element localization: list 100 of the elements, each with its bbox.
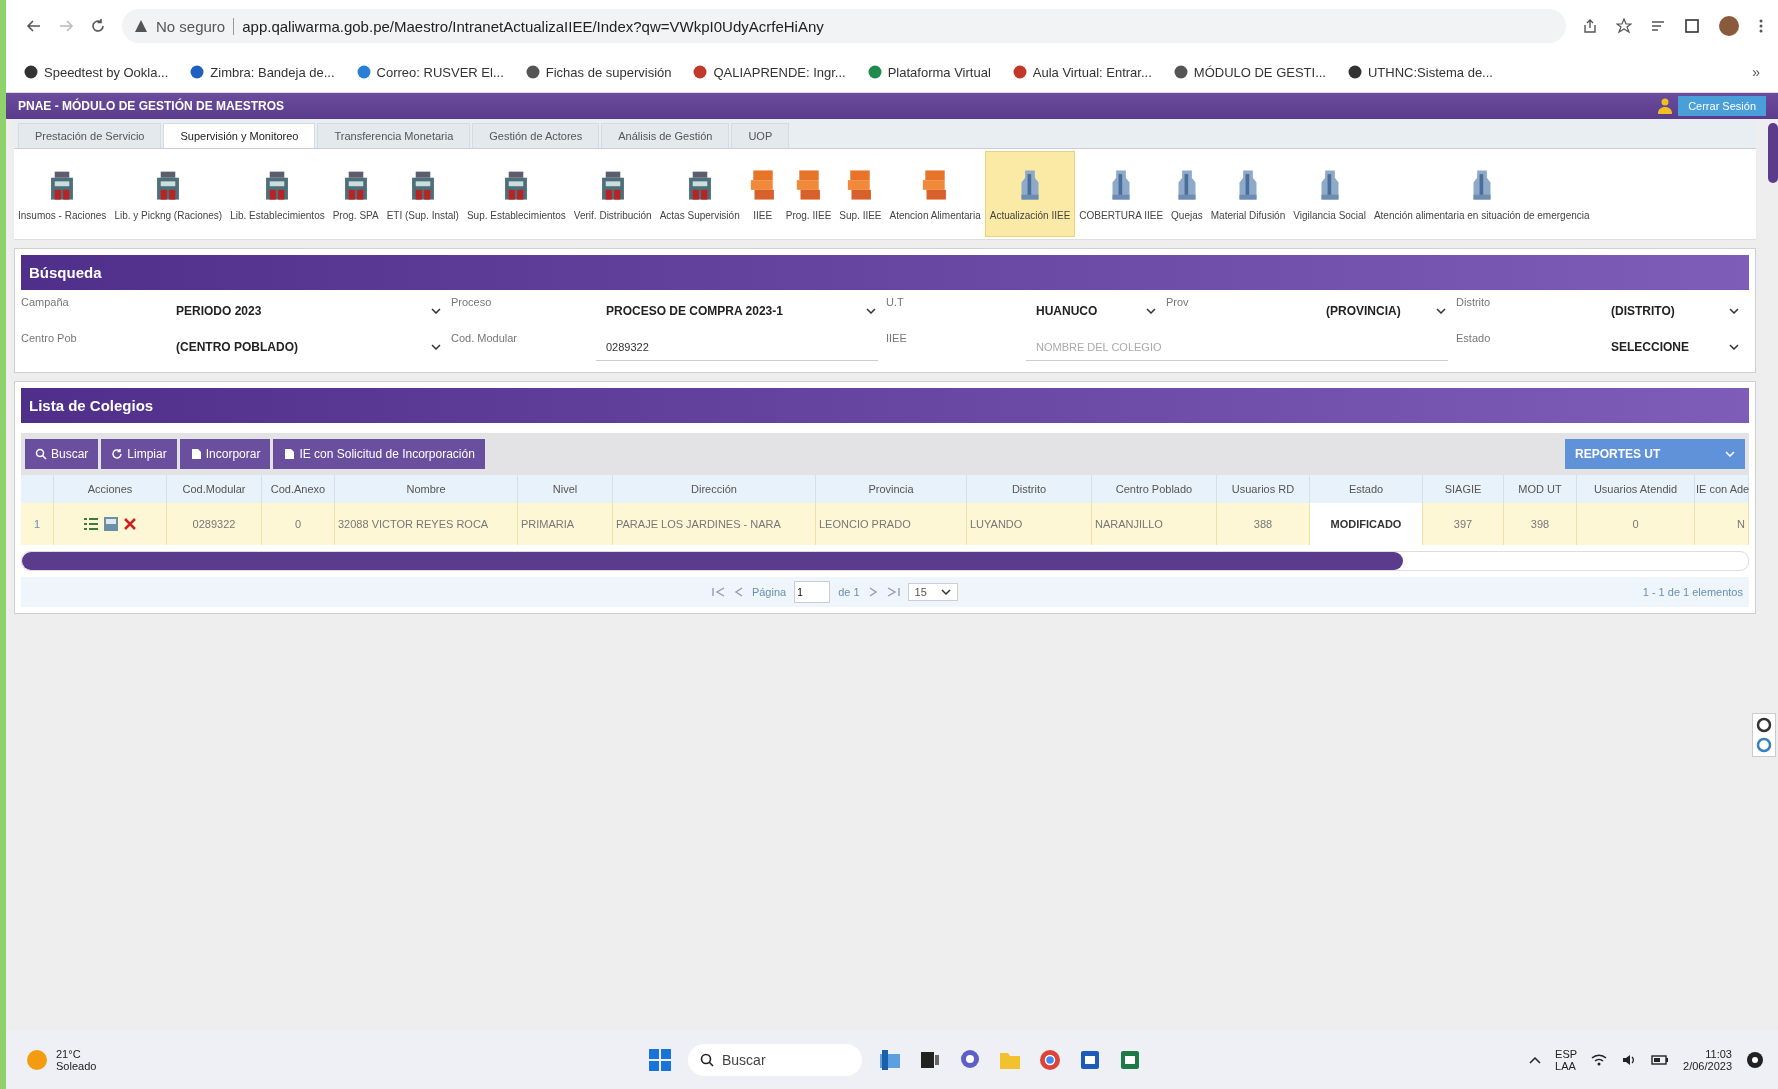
chevron-down-icon — [431, 344, 441, 350]
table-cell: LUYANDO — [966, 503, 1092, 545]
column-header[interactable]: Dirección — [612, 475, 816, 503]
wifi-icon[interactable] — [1591, 1053, 1608, 1067]
toolbar-button[interactable]: Sup. Establecimientos — [462, 151, 570, 237]
share-icon[interactable] — [1582, 18, 1598, 34]
toolbar-button[interactable]: Atención alimentaria en situación de emergencia — [1369, 151, 1594, 237]
word-document-icon[interactable] — [1078, 1048, 1102, 1072]
toolbar-button[interactable]: Actualización IIEE — [984, 151, 1076, 237]
windows-start-icon[interactable] — [648, 1048, 672, 1072]
tab[interactable]: Prestación de Servicio — [18, 123, 162, 148]
column-header[interactable]: Usuarios RD — [1216, 475, 1310, 503]
sidepanel-icon[interactable] — [1684, 18, 1700, 34]
bookmark[interactable]: Speedtest by Ookla... — [24, 64, 169, 80]
browser-icon[interactable] — [1038, 1048, 1062, 1072]
tab[interactable]: Gestión de Actores — [472, 123, 600, 148]
column-header[interactable]: Cod.Anexo — [261, 475, 335, 503]
clock[interactable]: 11:03 2/06/2023 — [1683, 1048, 1732, 1072]
toolbar-button[interactable]: Verif. Distribución — [569, 151, 656, 237]
language-indicator[interactable]: ESP LAA — [1555, 1048, 1578, 1072]
bookmark[interactable]: Correo: RUSVER El... — [356, 64, 504, 80]
search-icon — [700, 1053, 714, 1067]
toolbar-button[interactable]: Limpiar — [101, 439, 177, 469]
list-icon[interactable] — [1650, 18, 1666, 34]
column-header[interactable]: Distrito — [966, 475, 1092, 503]
vertical-scrollbar[interactable] — [1768, 123, 1778, 183]
column-header[interactable]: Cod.Modular — [166, 475, 262, 503]
page-input[interactable]: 1 — [794, 581, 831, 603]
chevron-up-icon[interactable] — [1529, 1056, 1542, 1064]
tab[interactable]: UOP — [731, 123, 790, 148]
site-icon — [190, 65, 205, 79]
field-label: Cod. Modular — [451, 332, 519, 344]
toolbar-button[interactable]: IIEE — [743, 151, 782, 237]
field-label: IIEE — [886, 332, 908, 344]
column-header[interactable]: SIAGIE — [1422, 475, 1504, 503]
battery-icon[interactable] — [1651, 1054, 1670, 1066]
field-label: Centro Pob — [21, 332, 78, 344]
refresh-icon — [111, 448, 124, 460]
column-header[interactable]: Nivel — [517, 475, 613, 503]
toolbar-button[interactable]: Material Difusión — [1206, 151, 1290, 237]
select-field[interactable]: SELECCIONE — [1601, 332, 1749, 362]
toolbar-button[interactable]: Insumos - Raciones — [14, 151, 111, 237]
toolbar-button[interactable]: Buscar — [25, 439, 99, 469]
panel-header: Búsqueda — [21, 255, 1749, 290]
address-bar[interactable]: No seguro app.qaliwarma.gob.pe/Maestro/IntranetActualizaIIEE/Index?qw=VWkpI0UdyAcrfeHiAny — [122, 9, 1566, 43]
toolbar-button[interactable]: Lib. y Pickng (Raciones) — [110, 151, 227, 237]
toolbar-button[interactable]: ETI (Sup. Instal) — [382, 151, 463, 237]
taskbar-search-field[interactable]: Buscar — [688, 1044, 862, 1076]
column-header[interactable]: Estado — [1309, 475, 1423, 503]
tab[interactable]: Supervisión y Monitoreo — [163, 123, 316, 148]
select-field[interactable]: (DISTRITO) — [1601, 296, 1749, 326]
toolbar-button[interactable]: Quejas — [1167, 151, 1207, 237]
select-field[interactable]: PERIODO 2023 — [166, 296, 451, 326]
select-field[interactable]: HUANUCO — [1026, 296, 1166, 326]
column-header[interactable]: IE con Ade — [1694, 475, 1749, 503]
select-field[interactable]: PROCESO DE COMPRA 2023-1 — [596, 296, 886, 326]
select-field[interactable]: (CENTRO POBLADO) — [166, 332, 451, 362]
toolbar-button[interactable]: Prog. SPA — [328, 151, 383, 237]
column-header[interactable]: MOD UT — [1503, 475, 1577, 503]
toolbar-button[interactable]: Actas Supervisión — [655, 151, 744, 237]
back-arrow-icon[interactable] — [26, 18, 42, 34]
bookmark[interactable]: UTHNC:Sistema de... — [1348, 64, 1493, 80]
bookmark[interactable]: MÓDULO DE GESTI... — [1173, 64, 1326, 80]
horizontal-scrollbar[interactable] — [21, 551, 1749, 571]
toolbar-button[interactable]: Incorporar — [179, 439, 271, 469]
widgets-icon[interactable] — [878, 1048, 902, 1072]
tab[interactable]: Transferencia Monetaria — [317, 123, 471, 148]
close-icon[interactable] — [123, 517, 137, 531]
avatar-icon[interactable] — [1718, 15, 1740, 37]
site-icon — [24, 65, 38, 79]
tab[interactable]: Análisis de Gestión — [601, 123, 730, 148]
select-field[interactable]: (PROVINCIA) — [1316, 296, 1456, 326]
table-cell: MODIFICADO — [1309, 503, 1423, 545]
bookmark[interactable]: Plataforma Virtual — [867, 64, 991, 80]
toolbar-button[interactable]: Lib. Establecimientos — [226, 151, 329, 237]
toolbar-button[interactable]: COBERTURA IIEE — [1075, 151, 1168, 237]
more-icon[interactable] — [1758, 18, 1764, 34]
table-cell: NARANJILLO — [1091, 503, 1217, 545]
toolbar-button[interactable]: IE con Solicitud de Incorporación — [273, 439, 485, 469]
toolbar-button[interactable]: Atencion Alimentaria — [885, 151, 985, 237]
column-header[interactable]: Centro Poblado — [1091, 475, 1217, 503]
table-row[interactable]: 1 0289322 0 32088 VICTOR REYES ROCA PRIMARIA PARAJE LOS JARDINES - NARA LEONCIO PRADO LUYANDO NARANJILLO 388 MODIFICADO 397 398 0 N — [21, 503, 1749, 545]
toolbar-button[interactable]: Vigilancia Social — [1289, 151, 1370, 237]
toolbar-button[interactable]: Sup. IIEE — [835, 151, 886, 237]
more-bookmarks-button[interactable]: » — [1752, 64, 1760, 80]
bookmark[interactable]: Zimbra: Bandeja de... — [190, 64, 335, 80]
list-icon[interactable] — [83, 517, 99, 531]
bookmark[interactable]: Aula Virtual: Entrar... — [1012, 64, 1152, 80]
reload-icon[interactable] — [90, 18, 106, 34]
page-size-select[interactable]: 15 — [907, 583, 958, 601]
bookmark[interactable]: QALIAPRENDE: Ingr... — [693, 64, 846, 80]
column-header[interactable]: Usuarios Atendid — [1576, 475, 1695, 503]
bookmark[interactable]: Fichas de supervisión — [525, 64, 672, 80]
star-icon[interactable] — [1616, 18, 1632, 34]
column-header[interactable]: Nombre — [334, 475, 518, 503]
scrollbar-thumb[interactable] — [22, 552, 1403, 570]
column-header[interactable]: Acciones — [53, 475, 167, 503]
spreadsheet-icon[interactable] — [1118, 1048, 1142, 1072]
column-header[interactable]: Provincia — [815, 475, 967, 503]
toolbar-button[interactable]: Prog. IIEE — [781, 151, 836, 237]
